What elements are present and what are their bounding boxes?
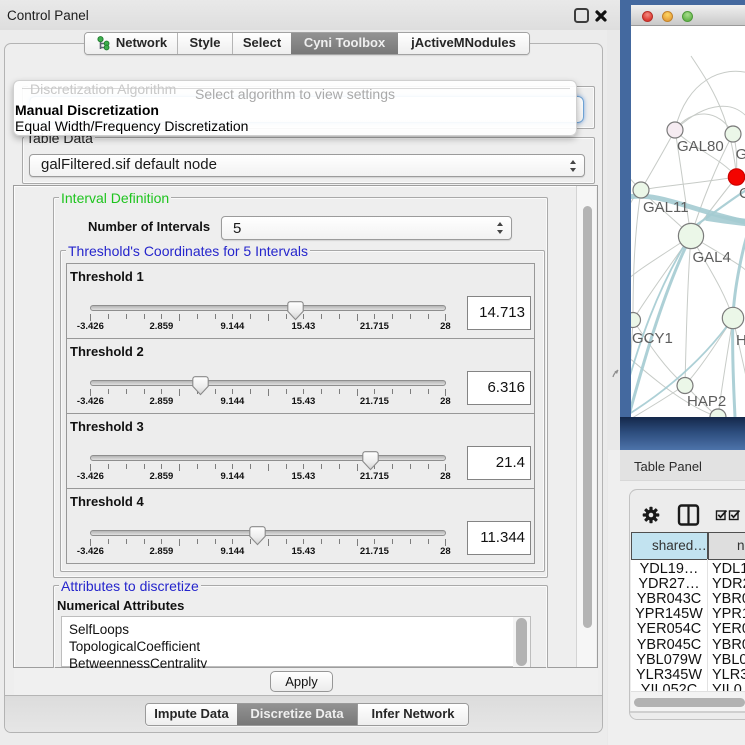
svg-text:GAL11: GAL11 — [643, 199, 689, 216]
svg-text:GAL2: GAL2 — [736, 146, 745, 163]
svg-text:GAL80: GAL80 — [677, 138, 724, 155]
svg-text:CYC1: CYC1 — [739, 185, 745, 202]
svg-text:HAP2: HAP2 — [687, 393, 726, 410]
svg-text:GCY1: GCY1 — [632, 330, 673, 347]
svg-text:GAL4: GAL4 — [693, 249, 731, 266]
svg-text:HAP1: HAP1 — [736, 332, 745, 349]
